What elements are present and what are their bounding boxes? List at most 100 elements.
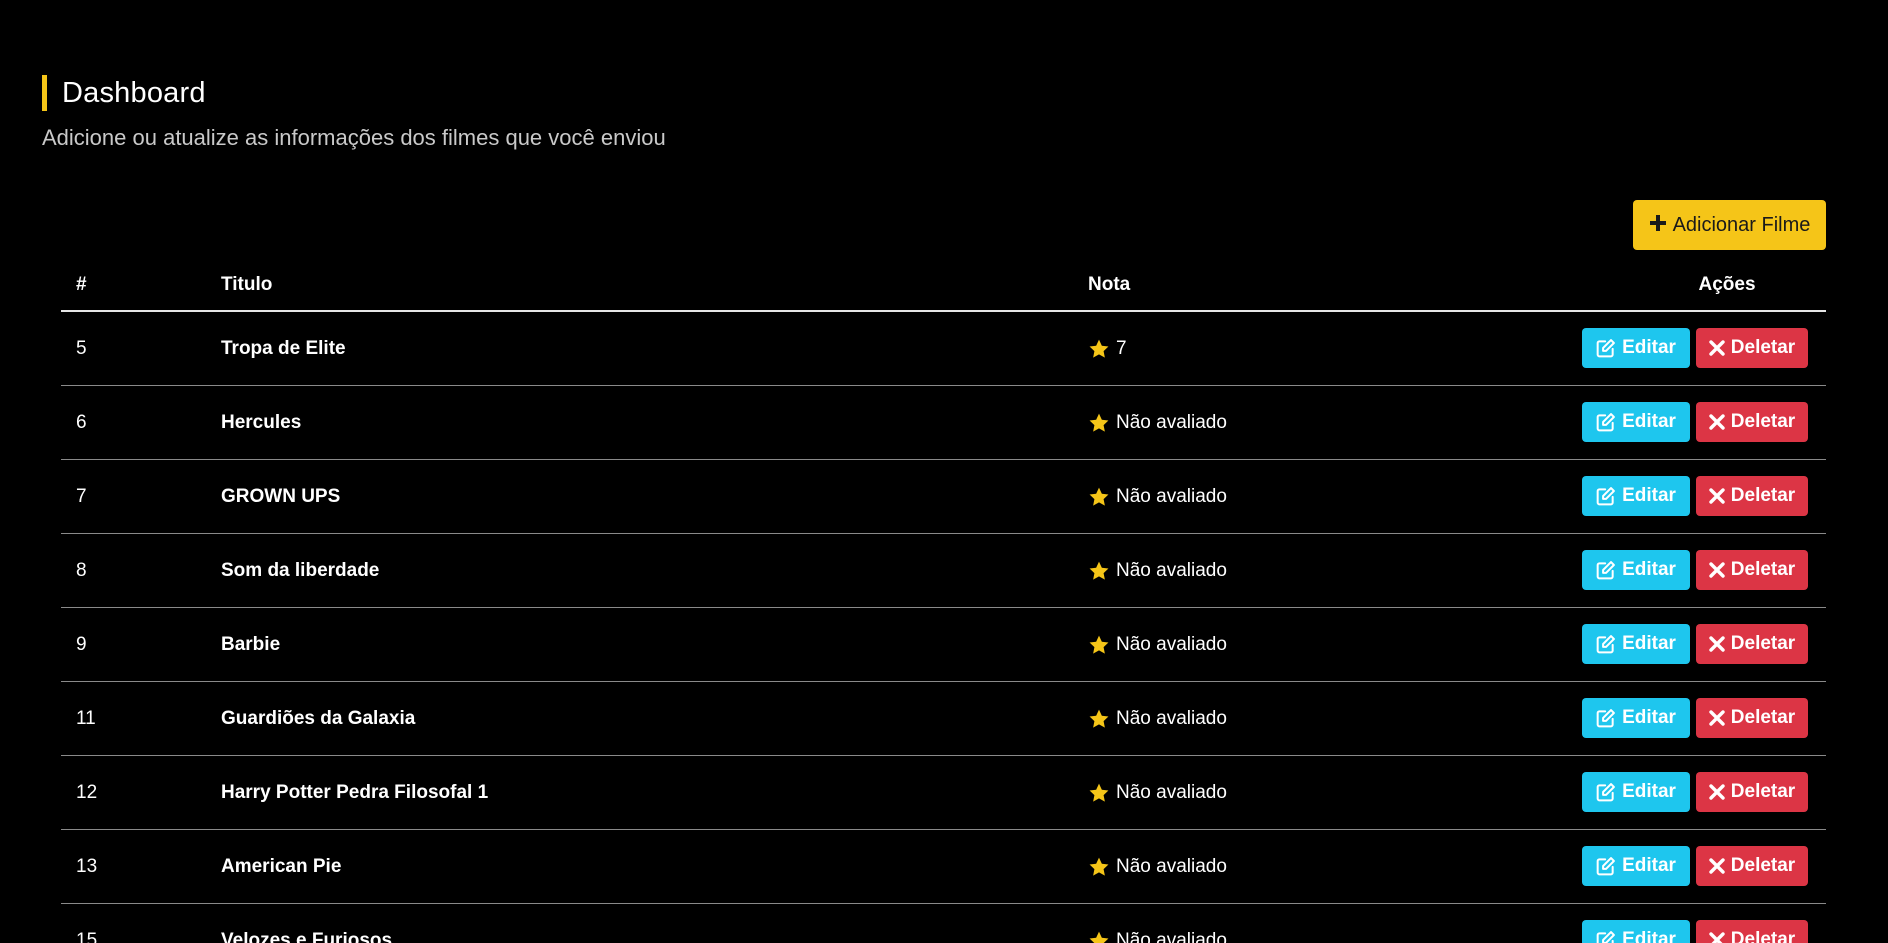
- rating-value: Não avaliado: [1116, 559, 1227, 581]
- row-id: 7: [76, 485, 87, 507]
- row-id: 6: [76, 411, 87, 433]
- table-body: 5 Tropa de Elite 7 Editar Deletar 6 Hercules Nã…: [61, 312, 1826, 943]
- table-row: 5 Tropa de Elite 7 Editar Deletar: [61, 312, 1826, 386]
- delete-button[interactable]: Deletar: [1696, 476, 1808, 516]
- x-icon: [1709, 488, 1725, 504]
- edit-button[interactable]: Editar: [1582, 624, 1690, 664]
- pencil-square-icon: [1596, 486, 1616, 506]
- rating-value: Não avaliado: [1116, 633, 1227, 655]
- table-row: 9 Barbie Não avaliado Editar Deletar: [61, 608, 1826, 682]
- star-icon: [1088, 856, 1110, 878]
- edit-button[interactable]: Editar: [1582, 402, 1690, 442]
- pencil-square-icon: [1596, 708, 1616, 728]
- column-header-titulo: Titulo: [221, 274, 273, 295]
- row-actions: Editar Deletar: [1582, 846, 1808, 886]
- add-movie-button[interactable]: Adicionar Filme: [1633, 200, 1826, 250]
- edit-label: Editar: [1622, 337, 1676, 358]
- table-row: 13 American Pie Não avaliado Editar Deletar: [61, 830, 1826, 904]
- row-actions: Editar Deletar: [1582, 328, 1808, 368]
- column-header-nota: Nota: [1088, 274, 1131, 295]
- row-id: 8: [76, 559, 87, 581]
- x-icon: [1709, 636, 1725, 652]
- delete-button[interactable]: Deletar: [1696, 772, 1808, 812]
- plus-icon: [1649, 213, 1667, 237]
- delete-button[interactable]: Deletar: [1696, 624, 1808, 664]
- row-title: Som da liberdade: [221, 559, 380, 581]
- pencil-square-icon: [1596, 782, 1616, 802]
- row-rating: Não avaliado: [1088, 486, 1538, 508]
- pencil-square-icon: [1596, 856, 1616, 876]
- edit-button[interactable]: Editar: [1582, 550, 1690, 590]
- edit-button[interactable]: Editar: [1582, 476, 1690, 516]
- rating-value: Não avaliado: [1116, 707, 1227, 729]
- row-title: Hercules: [221, 411, 302, 433]
- star-icon: [1088, 708, 1110, 730]
- star-icon: [1088, 930, 1110, 943]
- table-row: 15 Velozes e Furiosos Não avaliado Editar De…: [61, 904, 1826, 943]
- page-subtitle: Adicione ou atualize as informações dos …: [42, 125, 666, 150]
- delete-label: Deletar: [1730, 855, 1796, 876]
- table-header: # Titulo Nota Ações: [61, 260, 1826, 312]
- star-icon: [1088, 560, 1110, 582]
- pencil-square-icon: [1596, 412, 1616, 432]
- table-row: 6 Hercules Não avaliado Editar Deletar: [61, 386, 1826, 460]
- x-icon: [1709, 710, 1725, 726]
- row-title: Velozes e Furiosos: [221, 929, 393, 943]
- edit-label: Editar: [1622, 855, 1676, 876]
- row-id: 12: [76, 781, 98, 803]
- row-id: 11: [76, 707, 96, 729]
- delete-label: Deletar: [1730, 485, 1796, 506]
- x-icon: [1709, 784, 1725, 800]
- row-actions: Editar Deletar: [1582, 476, 1808, 516]
- delete-label: Deletar: [1730, 633, 1796, 654]
- edit-button[interactable]: Editar: [1582, 328, 1690, 368]
- row-title: American Pie: [221, 855, 342, 877]
- pencil-square-icon: [1596, 634, 1616, 654]
- row-id: 13: [76, 855, 98, 877]
- edit-label: Editar: [1622, 707, 1676, 728]
- edit-button[interactable]: Editar: [1582, 772, 1690, 812]
- rating-value: Não avaliado: [1116, 929, 1227, 943]
- row-actions: Editar Deletar: [1582, 402, 1808, 442]
- rating-value: 7: [1116, 337, 1127, 359]
- row-title: GROWN UPS: [221, 485, 341, 507]
- delete-label: Deletar: [1730, 411, 1796, 432]
- page-header: Dashboard Adicione ou atualize as inform…: [42, 75, 1888, 151]
- row-rating: Não avaliado: [1088, 634, 1538, 656]
- row-actions: Editar Deletar: [1582, 550, 1808, 590]
- delete-button[interactable]: Deletar: [1696, 920, 1808, 943]
- row-rating: Não avaliado: [1088, 560, 1538, 582]
- star-icon: [1088, 338, 1110, 360]
- row-rating: Não avaliado: [1088, 856, 1538, 878]
- edit-label: Editar: [1622, 781, 1676, 802]
- edit-label: Editar: [1622, 411, 1676, 432]
- delete-label: Deletar: [1730, 559, 1796, 580]
- row-title: Guardiões da Galaxia: [221, 707, 416, 729]
- edit-button[interactable]: Editar: [1582, 698, 1690, 738]
- edit-button[interactable]: Editar: [1582, 846, 1690, 886]
- edit-button[interactable]: Editar: [1582, 920, 1690, 943]
- pencil-square-icon: [1596, 338, 1616, 358]
- title-accent-bar: Dashboard: [42, 75, 1888, 111]
- x-icon: [1709, 414, 1725, 430]
- star-icon: [1088, 634, 1110, 656]
- delete-label: Deletar: [1730, 781, 1796, 802]
- table-row: 11 Guardiões da Galaxia Não avaliado Editar…: [61, 682, 1826, 756]
- edit-label: Editar: [1622, 559, 1676, 580]
- delete-button[interactable]: Deletar: [1696, 328, 1808, 368]
- delete-button[interactable]: Deletar: [1696, 698, 1808, 738]
- row-id: 9: [76, 633, 87, 655]
- delete-button[interactable]: Deletar: [1696, 846, 1808, 886]
- row-actions: Editar Deletar: [1582, 920, 1808, 943]
- row-rating: Não avaliado: [1088, 708, 1538, 730]
- add-movie-label: Adicionar Filme: [1672, 213, 1811, 236]
- row-id: 15: [76, 929, 98, 943]
- x-icon: [1709, 562, 1725, 578]
- delete-button[interactable]: Deletar: [1696, 550, 1808, 590]
- row-id: 5: [76, 337, 87, 359]
- x-icon: [1709, 340, 1725, 356]
- row-rating: Não avaliado: [1088, 782, 1538, 804]
- delete-button[interactable]: Deletar: [1696, 402, 1808, 442]
- x-icon: [1709, 932, 1725, 943]
- row-actions: Editar Deletar: [1582, 772, 1808, 812]
